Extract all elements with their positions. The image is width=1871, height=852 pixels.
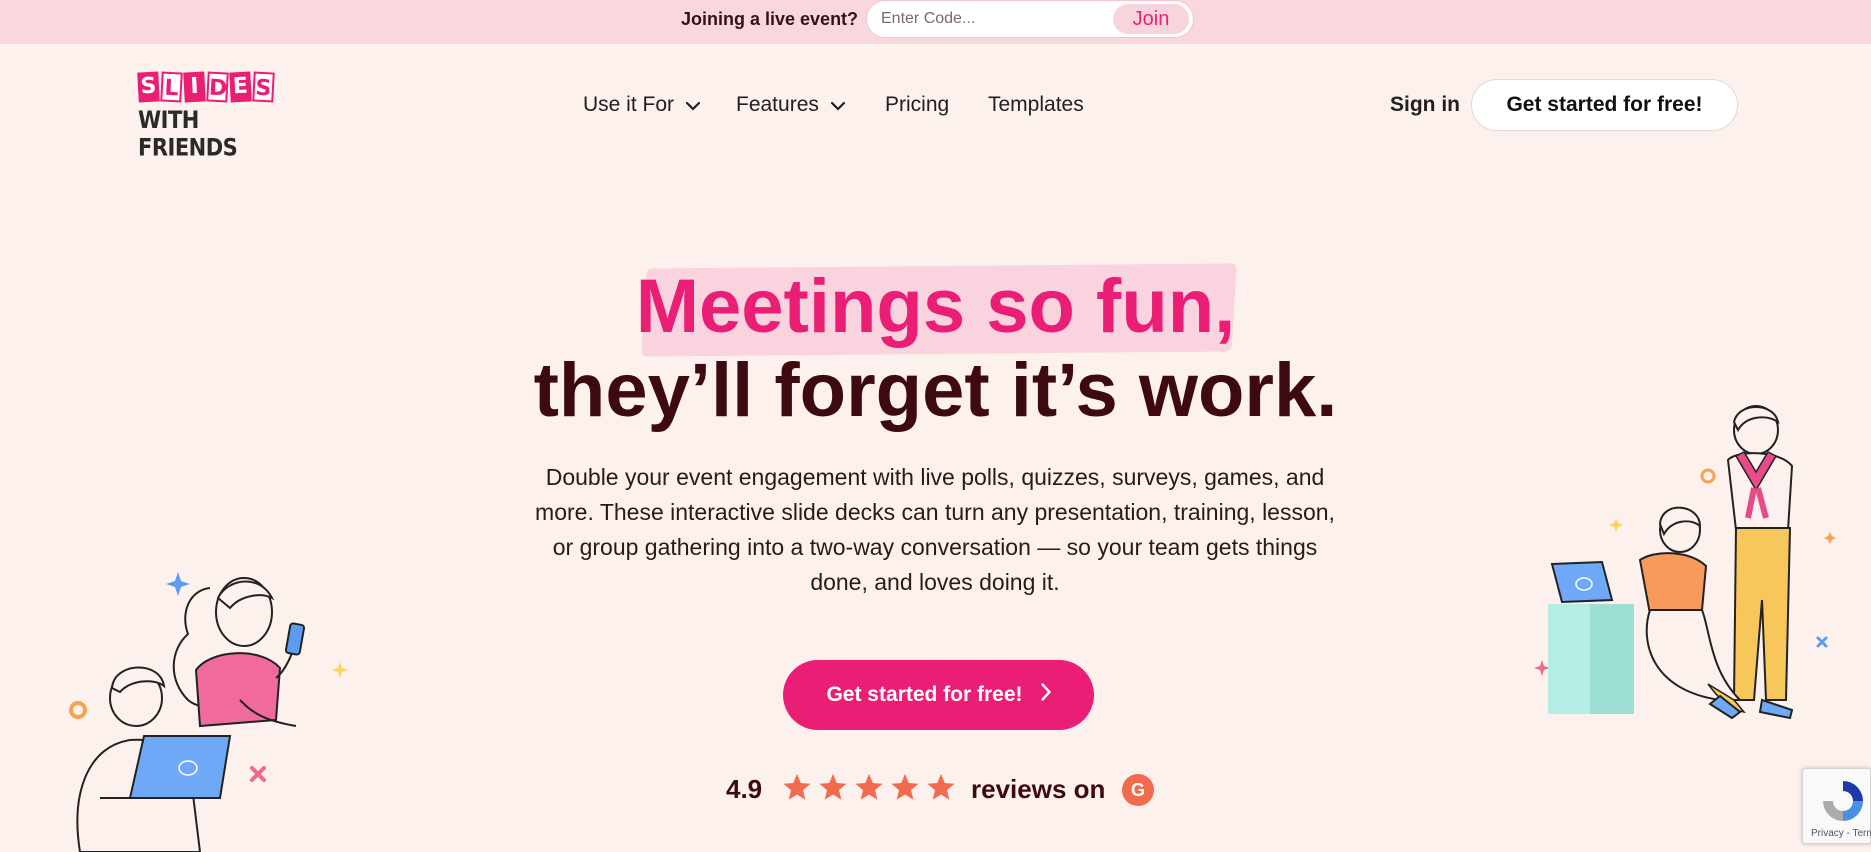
slides-with-friends-logo[interactable]: S L I D E S WITH FRIENDS <box>137 71 280 161</box>
chevron-down-icon <box>685 92 701 118</box>
star-icon <box>819 773 847 800</box>
nav-use-it-for[interactable]: Use it For <box>583 92 701 118</box>
star-icon <box>927 773 955 800</box>
recaptcha-badge[interactable]: Privacy - Terms <box>1802 768 1871 844</box>
star-icon <box>891 773 919 800</box>
hero-headline-line1: Meetings so fun, <box>635 264 1236 349</box>
recaptcha-icon <box>1823 781 1863 821</box>
rating-value: 4.9 <box>726 774 763 804</box>
nav-use-it-for-label: Use it For <box>583 93 675 116</box>
star-rating <box>782 772 956 802</box>
join-event-label: Joining a live event? <box>681 9 859 29</box>
event-code-input[interactable] <box>881 8 1091 30</box>
nav-templates[interactable]: Templates <box>988 92 1084 118</box>
reviews-label: reviews on <box>971 774 1106 804</box>
join-button[interactable]: Join <box>1113 4 1189 34</box>
hero-subtext: Double your event engagement with live p… <box>535 464 1335 595</box>
chevron-down-icon <box>830 92 845 118</box>
logo-wordmark-slides: S L I D E S <box>137 71 280 103</box>
get-started-hero-label: Get started for free! <box>826 683 1023 706</box>
g2-logo-icon[interactable]: G <box>1122 774 1154 806</box>
nav-pricing[interactable]: Pricing <box>885 92 949 118</box>
star-icon <box>855 773 883 800</box>
recaptcha-links[interactable]: Privacy - Terms <box>1811 828 1871 839</box>
nav-features-label: Features <box>736 93 819 116</box>
logo-wordmark-friends: WITH FRIENDS <box>138 106 238 162</box>
team-working-illustration <box>1534 405 1836 720</box>
sign-in-link[interactable]: Sign in <box>1390 92 1460 118</box>
people-with-laptop-illustration <box>69 572 348 852</box>
get-started-header-button[interactable]: Get started for free! <box>1471 79 1738 131</box>
event-code-form: Join <box>866 0 1194 38</box>
nav-features[interactable]: Features <box>736 92 845 118</box>
star-icon <box>783 773 811 800</box>
join-event-banner: Joining a live event? Join <box>0 0 1871 44</box>
chevron-right-icon <box>1040 660 1051 730</box>
get-started-hero-button[interactable]: Get started for free! <box>783 660 1094 730</box>
